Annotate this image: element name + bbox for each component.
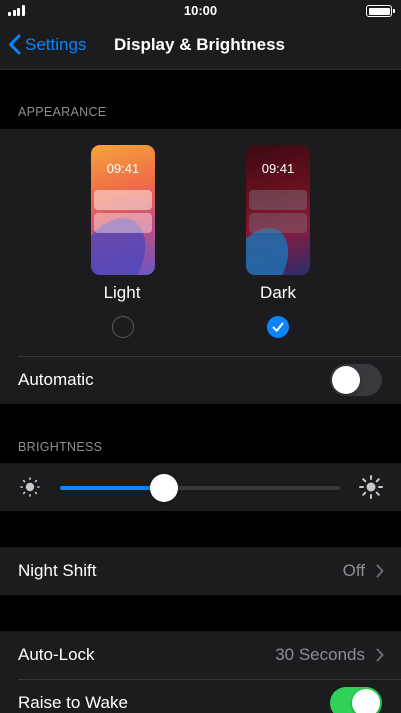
dark-preview-image: 09:41 [246,145,310,275]
page-title: Display & Brightness [114,35,285,54]
brightness-high-icon [359,475,383,499]
night-shift-label: Night Shift [18,561,97,580]
night-shift-row[interactable]: Night Shift Off [0,547,401,595]
light-radio[interactable] [112,316,134,338]
automatic-row: Automatic [0,356,401,404]
brightness-low-icon [20,477,40,497]
back-button[interactable]: Settings [8,34,86,55]
automatic-label: Automatic [18,370,94,389]
automatic-toggle[interactable] [330,364,382,396]
lock-group: Auto-Lock 30 Seconds Raise to Wake [0,631,401,713]
raise-to-wake-row: Raise to Wake [0,679,401,713]
chevron-right-icon [376,648,384,662]
dark-preview-time: 09:41 [261,161,295,176]
auto-lock-label: Auto-Lock [18,645,95,664]
night-shift-value: Off [342,561,365,580]
raise-to-wake-toggle[interactable] [330,687,382,713]
light-preview-image: 09:41 [91,145,155,275]
navigation-bar: Settings Display & Brightness [0,22,401,70]
chevron-right-icon [376,564,384,578]
brightness-section-header: BRIGHTNESS [18,440,103,454]
auto-lock-row[interactable]: Auto-Lock 30 Seconds [0,631,401,679]
light-preview-time: 09:41 [106,161,140,176]
back-label: Settings [25,34,87,54]
checkmark-icon [272,322,284,332]
dark-radio[interactable] [267,316,289,338]
light-label: Light [103,283,141,302]
brightness-group [0,463,401,511]
auto-lock-value: 30 Seconds [275,645,365,664]
battery-icon [366,5,395,17]
appearance-group: 09:41 Light 09:41 Dark Automatic [0,129,401,404]
appearance-section-header: APPEARANCE [18,105,107,119]
brightness-slider-thumb[interactable] [149,474,178,502]
status-time: 10:00 [183,3,218,18]
dark-label: Dark [260,283,296,302]
brightness-slider-fill [60,486,164,490]
chevron-left-icon [9,34,21,55]
status-bar: 10:00 [0,0,401,22]
raise-to-wake-label: Raise to Wake [18,693,128,712]
